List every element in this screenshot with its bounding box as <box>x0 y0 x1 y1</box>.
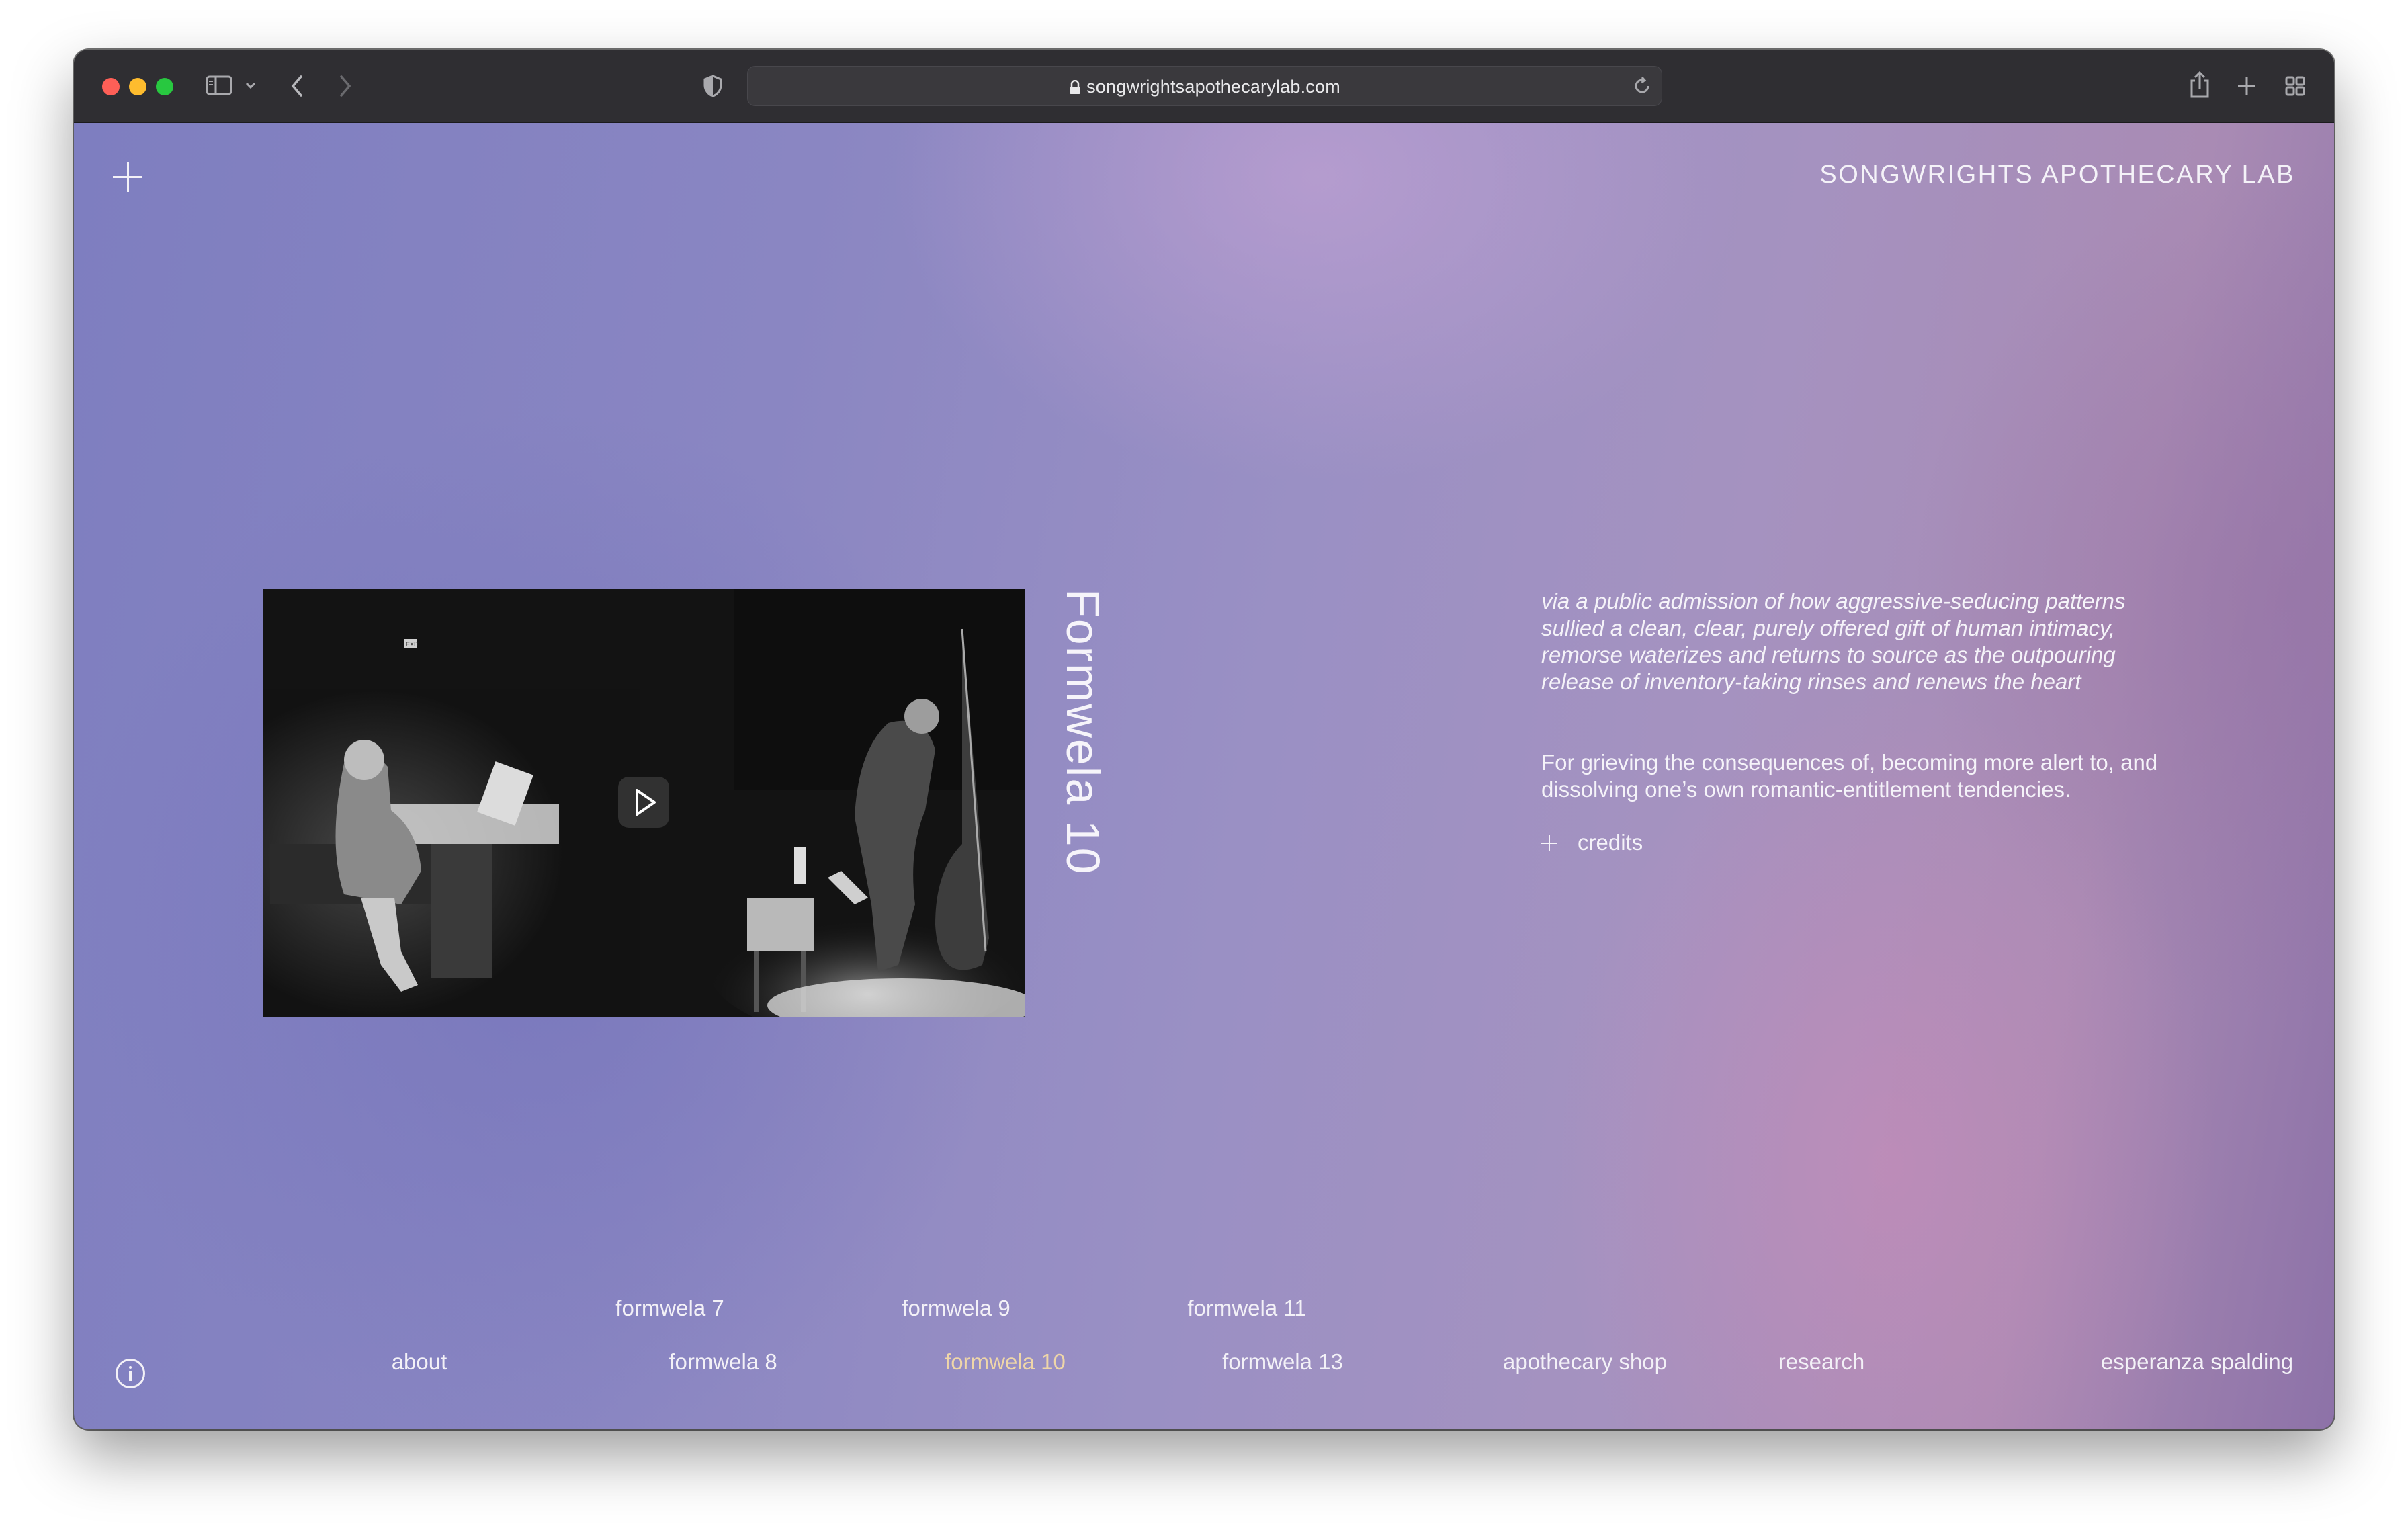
play-button[interactable] <box>618 777 669 828</box>
close-window-button[interactable] <box>102 78 120 95</box>
url-label: songwrightsapothecarylab.com <box>1086 77 1340 97</box>
description-text: For grieving the consequences of, becomi… <box>1541 750 2158 802</box>
nav-formwela-11[interactable]: formwela 11 <box>1187 1296 1306 1321</box>
play-icon <box>636 789 656 816</box>
url-text: songwrightsapothecarylab.com <box>748 77 1662 97</box>
minimize-window-button[interactable] <box>129 78 146 95</box>
nav-formwela-8[interactable]: formwela 8 <box>669 1349 777 1375</box>
nav-research[interactable]: research <box>1778 1349 1864 1375</box>
address-bar[interactable]: songwrightsapothecarylab.com <box>747 66 1662 106</box>
credits-label: credits <box>1578 830 1643 855</box>
tab-overview-icon[interactable] <box>2284 75 2306 97</box>
nav-formwela-10[interactable]: formwela 10 <box>945 1349 1066 1375</box>
site-title[interactable]: SONGWRIGHTS APOTHECARY LAB <box>1819 161 2295 189</box>
info-icon[interactable] <box>116 1359 145 1388</box>
piece-title: Formwela 10 <box>1057 589 1109 876</box>
lock-icon <box>1070 79 1081 94</box>
share-icon[interactable] <box>2188 70 2212 99</box>
reload-icon[interactable] <box>1632 76 1652 96</box>
nav-formwela-7[interactable]: formwela 7 <box>615 1296 724 1321</box>
nav-formwela-13[interactable]: formwela 13 <box>1222 1349 1343 1375</box>
browser-window: songwrightsapothecarylab.com SONGWRIGHTS… <box>74 50 2334 1429</box>
sidebar-icon[interactable] <box>206 75 232 96</box>
forward-arrow-icon[interactable] <box>337 74 353 98</box>
plus-icon <box>1541 835 1557 851</box>
browser-toolbar: songwrightsapothecarylab.com <box>74 50 2334 124</box>
zoom-window-button[interactable] <box>156 78 173 95</box>
description-italic: via a public admission of how aggressive… <box>1541 589 2126 694</box>
chevron-down-icon[interactable] <box>245 81 257 90</box>
shield-icon[interactable] <box>703 74 723 98</box>
nav-esperanza-spalding[interactable]: esperanza spalding <box>2101 1349 2293 1375</box>
nav-formwela-9[interactable]: formwela 9 <box>902 1296 1010 1321</box>
exit-sign-text: EXIT <box>406 641 420 648</box>
nav-about[interactable]: about <box>392 1349 447 1375</box>
back-arrow-icon[interactable] <box>289 74 305 98</box>
page-content: SONGWRIGHTS APOTHECARY LAB EXIT Formwela… <box>74 123 2334 1429</box>
new-tab-icon[interactable] <box>2236 75 2258 97</box>
plus-icon[interactable] <box>113 162 142 192</box>
nav-apothecary-shop[interactable]: apothecary shop <box>1503 1349 1667 1375</box>
video-player[interactable]: EXIT <box>263 589 1025 1017</box>
